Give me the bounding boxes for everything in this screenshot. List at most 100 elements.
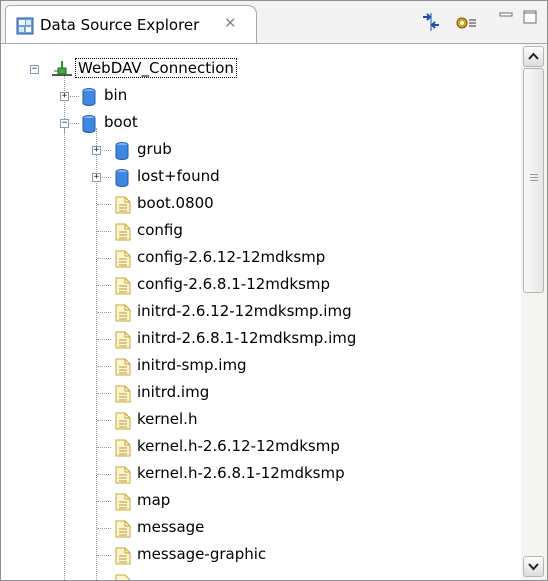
tree-line [70,96,79,97]
file-icon [115,358,131,376]
file-icon [115,331,131,349]
tree-item-grub[interactable]: + grub [1,137,521,164]
scroll-up-button[interactable] [523,46,544,67]
tree-item-label: kernel.h-2.6.12-12mdksmp [137,437,340,455]
grip-line [530,174,538,175]
tree-item-file[interactable]: boot.0800 [1,191,521,218]
file-icon [115,277,131,295]
chevron-up-icon [528,52,539,60]
file-icon [115,250,131,268]
file-icon [115,493,131,511]
file-icon [115,304,131,322]
tree-item-label: config [137,221,183,239]
tree-line [97,285,111,286]
tree-line [97,501,111,502]
tree-item-label: message-graphic [137,545,267,563]
tree-item-label: initrd.img [137,383,210,401]
file-icon [115,520,131,538]
tree-item-file[interactable]: config [1,218,521,245]
tree-item-label: map [137,491,171,509]
file-icon [115,412,131,430]
tree-item-label: kernel.h-2.6.8.1-12mdksmp [137,464,345,482]
tree-item-file[interactable] [1,569,521,580]
tree-item-label: initrd-2.6.8.1-12mdksmp.img [137,329,357,347]
tree-item-file[interactable]: initrd-2.6.12-12mdksmp.img [1,299,521,326]
file-icon [115,196,131,214]
tree-item-label: initrd-2.6.12-12mdksmp.img [137,302,352,320]
tree-root-row[interactable]: − WebDAV_Connection [1,56,521,83]
tree-item-file[interactable]: initrd-smp.img [1,353,521,380]
tree-item-label: initrd-smp.img [137,356,247,374]
tree-item-lost-found[interactable]: + lost+found [1,164,521,191]
tree-line [97,420,111,421]
collapse-icon[interactable]: − [60,119,69,128]
folder-icon [115,169,131,187]
tree-line [102,177,111,178]
tree-line [97,339,111,340]
folder-icon [82,88,98,106]
tree-item-label: boot [104,113,138,131]
tree-line [97,474,111,475]
maximize-icon[interactable] [523,10,537,28]
scrollbar-thumb[interactable] [523,68,544,293]
folder-icon [82,115,98,133]
tree-line [102,150,111,151]
tree-line [97,366,111,367]
folder-icon [115,142,131,160]
view-menu-icon[interactable] [455,15,477,35]
tree-item-file[interactable]: message [1,515,521,542]
expand-icon[interactable]: + [60,92,69,101]
tree-line [97,447,111,448]
tree-line [97,258,111,259]
collapse-all-icon[interactable] [421,12,441,36]
grip-line [530,180,538,181]
file-icon [115,547,131,565]
vertical-scrollbar[interactable] [521,44,547,580]
expand-icon[interactable]: + [92,146,101,155]
tree-item-label: boot.0800 [137,194,214,212]
view-title: Data Source Explorer [40,16,200,34]
tree-item-label: bin [104,86,128,104]
tree-item-label: lost+found [137,167,220,185]
file-icon [115,439,131,457]
tree-item-file[interactable]: config-2.6.8.1-12mdksmp [1,272,521,299]
tree-item-file[interactable]: kernel.h-2.6.8.1-12mdksmp [1,461,521,488]
collapse-icon[interactable]: − [30,65,39,74]
tree-item-label: grub [137,140,172,158]
close-icon[interactable]: ✕ [224,14,237,32]
connection-icon [51,60,73,77]
tree-item-file[interactable]: initrd.img [1,380,521,407]
tree-item-file[interactable]: kernel.h [1,407,521,434]
tree-item-file[interactable]: message-graphic [1,542,521,569]
file-icon [115,385,131,403]
tree-item-label: config-2.6.8.1-12mdksmp [137,275,331,293]
data-source-explorer-icon [16,17,34,35]
tree-root-label[interactable]: WebDAV_Connection [75,58,237,78]
tree-item-boot[interactable]: − boot [1,110,521,137]
minimize-icon[interactable] [499,10,513,26]
file-icon [115,574,131,580]
tree-item-file[interactable]: initrd-2.6.8.1-12mdksmp.img [1,326,521,353]
tree-line [97,393,111,394]
chevron-down-icon [528,563,539,571]
tree-item-bin[interactable]: + bin [1,83,521,110]
tree-line [97,528,111,529]
data-source-explorer-view: Data Source Explorer ✕ − WebDAV_Connecti… [0,0,548,581]
tree-line [70,123,79,124]
tree-item-label: kernel.h [137,410,198,428]
tree-item-file[interactable]: map [1,488,521,515]
grip-line [530,177,538,178]
scroll-down-button[interactable] [523,556,544,577]
view-header: Data Source Explorer ✕ [1,1,547,43]
tree-line [97,204,111,205]
view-tab[interactable]: Data Source Explorer ✕ [5,5,257,43]
expand-icon[interactable]: + [92,173,101,182]
tree-item-label: config-2.6.12-12mdksmp [137,248,326,266]
tree-item-file[interactable]: config-2.6.12-12mdksmp [1,245,521,272]
tree-line [97,555,111,556]
tree-line [97,231,111,232]
tree-item-label: message [137,518,205,536]
tree-item-file[interactable]: kernel.h-2.6.12-12mdksmp [1,434,521,461]
explorer-tree: − WebDAV_Connection + bin − boot + grub … [1,44,521,580]
tree-line [97,312,111,313]
